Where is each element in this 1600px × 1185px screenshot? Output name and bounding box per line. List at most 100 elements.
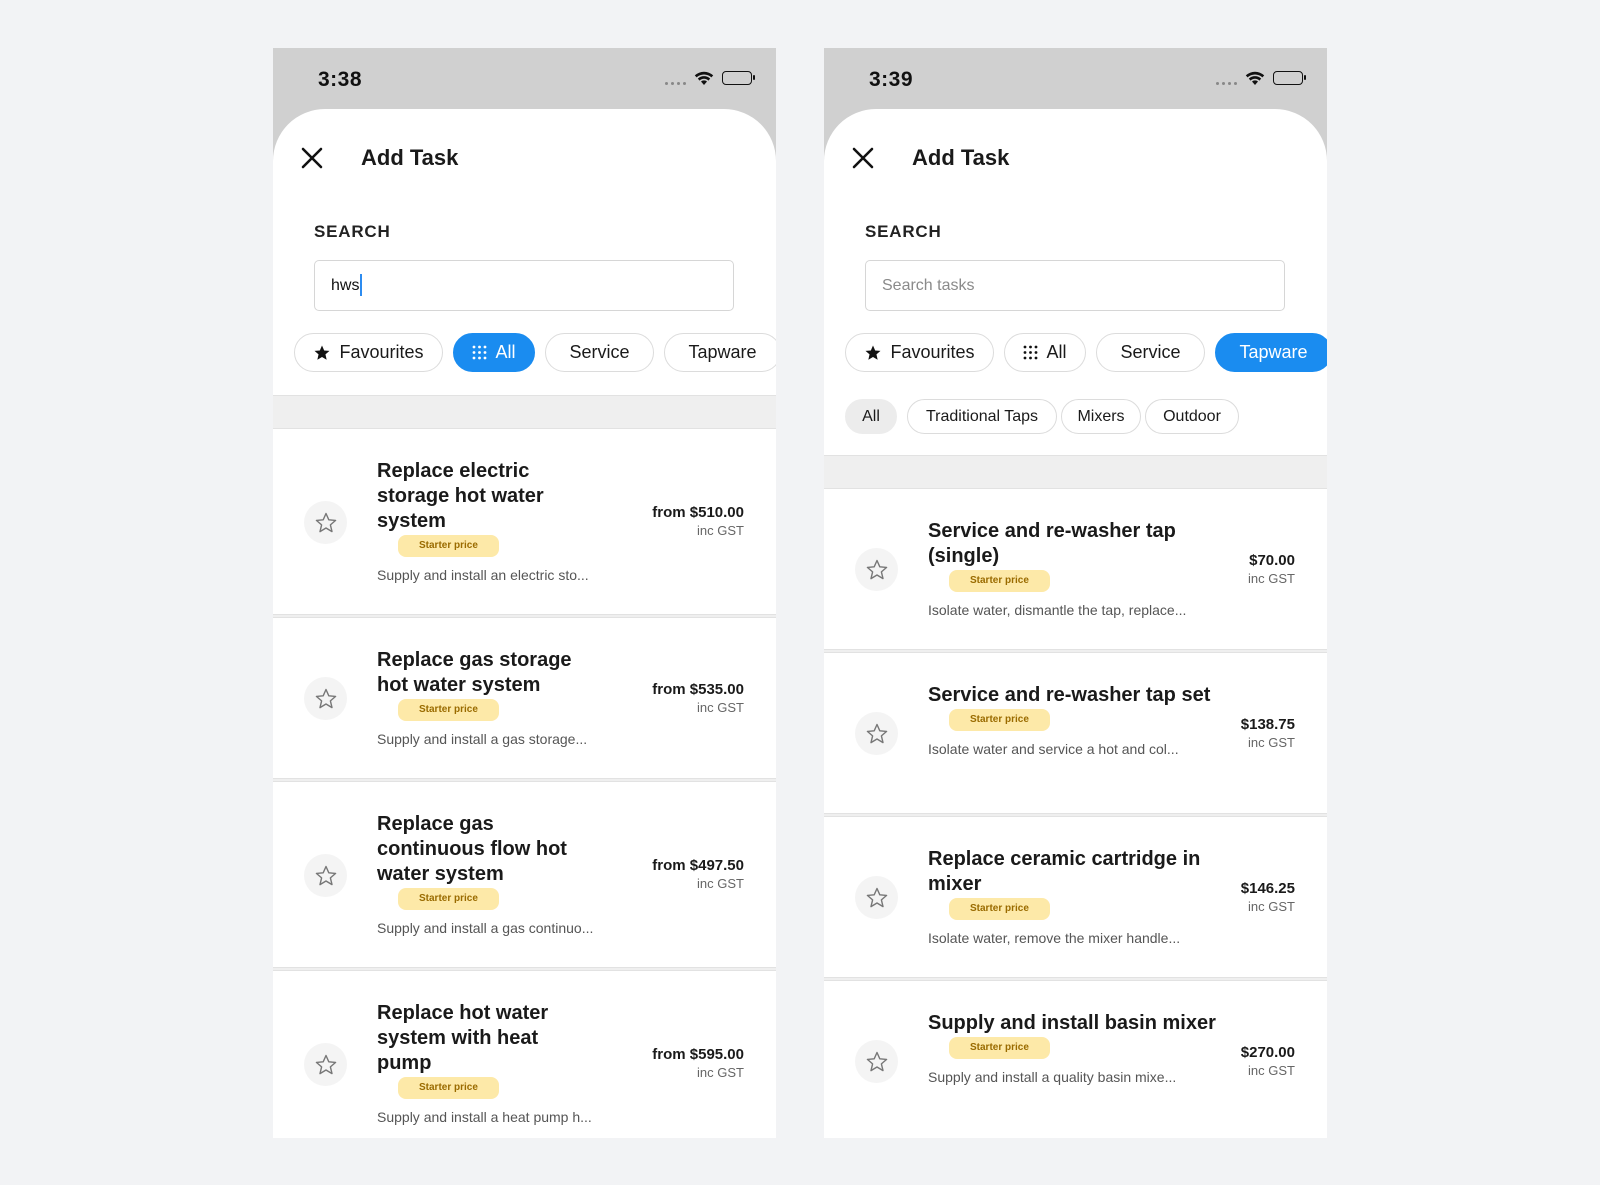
- task-list: Replace electric storage hot water syste…: [273, 428, 776, 1138]
- subchip-label: Outdoor: [1163, 407, 1221, 425]
- task-description: Isolate water, dismantle the tap, replac…: [928, 602, 1187, 618]
- task-title: Service and re-washer tap set: [928, 684, 1211, 706]
- task-price: from $510.00 inc GST: [652, 504, 744, 538]
- star-outline-icon: [315, 865, 336, 885]
- star-outline-icon: [866, 1051, 887, 1071]
- task-card[interactable]: Service and re-washer tap set Starter pr…: [824, 652, 1327, 814]
- status-icons: [665, 70, 755, 86]
- status-icons: [1216, 70, 1306, 86]
- price-tax-note: inc GST: [697, 1065, 744, 1080]
- task-title: Replace ceramic cartridge in mixer: [928, 848, 1201, 895]
- task-description: Isolate water and service a hot and col.…: [928, 741, 1179, 757]
- price-amount: $146.25: [1240, 880, 1295, 897]
- sheet-header: Add Task: [824, 109, 1327, 209]
- task-card[interactable]: Replace gas storage hot water system Sta…: [273, 617, 776, 779]
- subchip-all[interactable]: All: [845, 399, 897, 434]
- subchip-mixers[interactable]: Mixers: [1061, 399, 1141, 434]
- subchip-label: All: [862, 407, 880, 425]
- task-description: Supply and install a heat pump h...: [377, 1109, 592, 1125]
- status-bar: 3:38: [273, 48, 776, 109]
- text-caret: [360, 274, 362, 296]
- star-outline-icon: [866, 887, 887, 907]
- task-body: Replace electric storage hot water syste…: [377, 459, 589, 583]
- chip-service[interactable]: Service: [1096, 333, 1205, 372]
- chip-label: All: [1046, 342, 1067, 362]
- chip-label: Service: [569, 342, 630, 362]
- wifi-icon: [694, 71, 714, 85]
- phone-screen-left: 3:38 Add Task SEARCH Favourites All Serv…: [273, 48, 776, 1138]
- task-price: $270.00 inc GST: [1241, 1044, 1295, 1078]
- grid-dots-icon: [1023, 345, 1038, 360]
- search-input[interactable]: [865, 260, 1285, 311]
- subchip-outdoor[interactable]: Outdoor: [1145, 399, 1239, 434]
- chip-tapware[interactable]: Tapware: [1215, 333, 1327, 372]
- chip-tapware[interactable]: Tapware: [664, 333, 776, 372]
- favourite-star-button[interactable]: [304, 501, 347, 544]
- price-amount: from $510.00: [652, 504, 744, 521]
- star-outline-icon: [315, 512, 336, 532]
- chip-favourites[interactable]: Favourites: [294, 333, 443, 372]
- task-title: Replace hot water system with heat pump: [377, 1002, 549, 1074]
- chip-label: Favourites: [890, 342, 975, 362]
- close-icon[interactable]: [301, 147, 323, 169]
- chip-service[interactable]: Service: [545, 333, 654, 372]
- task-title: Replace electric storage hot water syste…: [377, 460, 544, 532]
- price-amount: from $497.50: [652, 857, 744, 874]
- close-icon[interactable]: [852, 147, 874, 169]
- starter-price-badge: Starter price: [398, 1077, 499, 1099]
- price-amount: from $535.00: [652, 681, 744, 698]
- chip-label: Tapware: [688, 342, 757, 362]
- add-task-sheet: Add Task SEARCH Favourites All Service T…: [824, 109, 1327, 1138]
- category-filter-row: Favourites All Service Tapware: [845, 333, 1327, 372]
- sheet-header: Add Task: [273, 109, 776, 209]
- price-tax-note: inc GST: [1248, 899, 1295, 914]
- price-amount: $70.00: [1249, 552, 1295, 569]
- favourite-star-button[interactable]: [304, 1043, 347, 1086]
- task-body: Service and re-washer tap (single) Start…: [928, 519, 1218, 618]
- starter-price-badge: Starter price: [398, 888, 499, 910]
- subchip-label: Mixers: [1077, 407, 1125, 425]
- task-title: Supply and install basin mixer: [928, 1012, 1216, 1034]
- task-card[interactable]: Replace gas continuous flow hot water sy…: [273, 781, 776, 968]
- favourite-star-button[interactable]: [855, 712, 898, 755]
- favourite-star-button[interactable]: [855, 548, 898, 591]
- price-tax-note: inc GST: [1248, 571, 1295, 586]
- price-amount: from $595.00: [652, 1046, 744, 1063]
- starter-price-badge: Starter price: [949, 570, 1050, 592]
- task-list-area: Replace electric storage hot water syste…: [273, 395, 776, 1138]
- task-body: Replace gas continuous flow hot water sy…: [377, 812, 593, 936]
- battery-icon: [1273, 71, 1306, 85]
- task-card[interactable]: Service and re-washer tap (single) Start…: [824, 488, 1327, 650]
- category-filter-row: Favourites All Service Tapware: [294, 333, 776, 372]
- star-outline-icon: [866, 723, 887, 743]
- favourite-star-button[interactable]: [855, 1040, 898, 1083]
- task-description: Supply and install an electric sto...: [377, 567, 589, 583]
- starter-price-badge: Starter price: [949, 709, 1050, 731]
- task-title: Service and re-washer tap (single): [928, 520, 1176, 567]
- favourite-star-button[interactable]: [304, 854, 347, 897]
- add-task-sheet: Add Task SEARCH Favourites All Service T…: [273, 109, 776, 1138]
- search-input[interactable]: [314, 260, 734, 311]
- task-price: $138.75 inc GST: [1241, 716, 1295, 750]
- chip-all[interactable]: All: [453, 333, 535, 372]
- task-card[interactable]: Replace hot water system with heat pump …: [273, 970, 776, 1138]
- task-list: Service and re-washer tap (single) Start…: [824, 488, 1327, 1138]
- subchip-label: Traditional Taps: [925, 407, 1039, 425]
- search-label: SEARCH: [865, 222, 942, 241]
- favourite-star-button[interactable]: [855, 876, 898, 919]
- star-filled-icon: [864, 344, 882, 362]
- chip-label: Tapware: [1239, 342, 1308, 362]
- task-card[interactable]: Supply and install basin mixer Starter p…: [824, 980, 1327, 1138]
- signal-icon: [665, 71, 686, 85]
- phone-screen-right: 3:39 Add Task SEARCH Favourites All Serv…: [824, 48, 1327, 1138]
- chip-favourites[interactable]: Favourites: [845, 333, 994, 372]
- task-card[interactable]: Replace ceramic cartridge in mixer Start…: [824, 816, 1327, 978]
- chip-all[interactable]: All: [1004, 333, 1086, 372]
- starter-price-badge: Starter price: [398, 535, 499, 557]
- signal-icon: [1216, 71, 1237, 85]
- price-tax-note: inc GST: [1248, 735, 1295, 750]
- price-amount: $138.75: [1240, 716, 1295, 733]
- subchip-traditional-taps[interactable]: Traditional Taps: [907, 399, 1057, 434]
- favourite-star-button[interactable]: [304, 677, 347, 720]
- task-card[interactable]: Replace electric storage hot water syste…: [273, 428, 776, 615]
